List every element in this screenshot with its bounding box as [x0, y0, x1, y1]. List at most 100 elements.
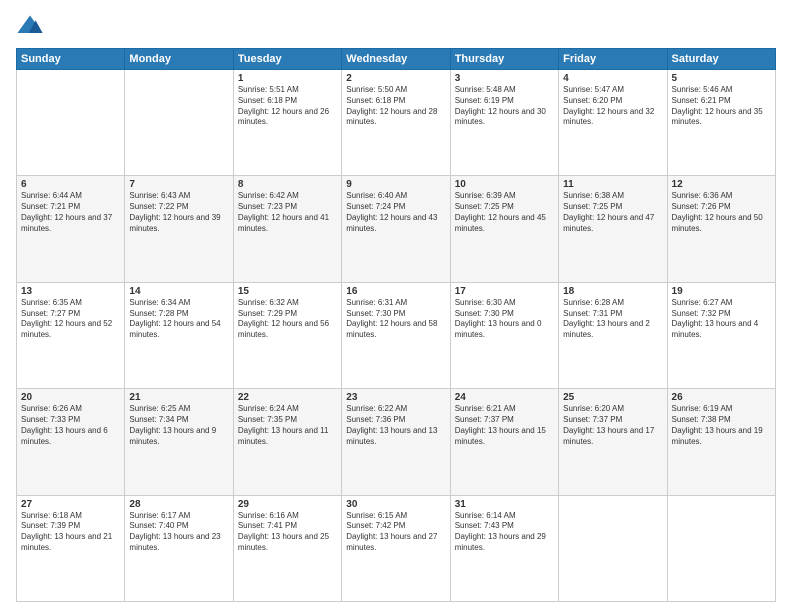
day-info: Sunrise: 6:44 AM Sunset: 7:21 PM Dayligh…: [21, 191, 120, 234]
day-number: 16: [346, 286, 445, 297]
calendar-cell: 27Sunrise: 6:18 AM Sunset: 7:39 PM Dayli…: [17, 495, 125, 601]
calendar-cell: 20Sunrise: 6:26 AM Sunset: 7:33 PM Dayli…: [17, 389, 125, 495]
day-number: 23: [346, 392, 445, 403]
calendar-cell: 21Sunrise: 6:25 AM Sunset: 7:34 PM Dayli…: [125, 389, 233, 495]
calendar-cell: 30Sunrise: 6:15 AM Sunset: 7:42 PM Dayli…: [342, 495, 450, 601]
day-number: 12: [672, 179, 771, 190]
day-info: Sunrise: 6:42 AM Sunset: 7:23 PM Dayligh…: [238, 191, 337, 234]
calendar-cell: 6Sunrise: 6:44 AM Sunset: 7:21 PM Daylig…: [17, 176, 125, 282]
calendar-cell: 12Sunrise: 6:36 AM Sunset: 7:26 PM Dayli…: [667, 176, 775, 282]
calendar-cell: 13Sunrise: 6:35 AM Sunset: 7:27 PM Dayli…: [17, 282, 125, 388]
day-number: 30: [346, 499, 445, 510]
calendar-cell: 19Sunrise: 6:27 AM Sunset: 7:32 PM Dayli…: [667, 282, 775, 388]
calendar-table: SundayMondayTuesdayWednesdayThursdayFrid…: [16, 48, 776, 602]
day-info: Sunrise: 6:14 AM Sunset: 7:43 PM Dayligh…: [455, 511, 554, 554]
day-number: 6: [21, 179, 120, 190]
calendar-week-3: 13Sunrise: 6:35 AM Sunset: 7:27 PM Dayli…: [17, 282, 776, 388]
calendar-cell: 10Sunrise: 6:39 AM Sunset: 7:25 PM Dayli…: [450, 176, 558, 282]
calendar-cell: 7Sunrise: 6:43 AM Sunset: 7:22 PM Daylig…: [125, 176, 233, 282]
day-info: Sunrise: 6:43 AM Sunset: 7:22 PM Dayligh…: [129, 191, 228, 234]
day-info: Sunrise: 5:47 AM Sunset: 6:20 PM Dayligh…: [563, 85, 662, 128]
day-number: 25: [563, 392, 662, 403]
header: [16, 12, 776, 40]
day-number: 28: [129, 499, 228, 510]
day-info: Sunrise: 6:28 AM Sunset: 7:31 PM Dayligh…: [563, 298, 662, 341]
day-number: 17: [455, 286, 554, 297]
day-number: 4: [563, 73, 662, 84]
day-number: 9: [346, 179, 445, 190]
day-number: 1: [238, 73, 337, 84]
calendar-cell: 8Sunrise: 6:42 AM Sunset: 7:23 PM Daylig…: [233, 176, 341, 282]
calendar-cell: [667, 495, 775, 601]
calendar-cell: 16Sunrise: 6:31 AM Sunset: 7:30 PM Dayli…: [342, 282, 450, 388]
day-info: Sunrise: 6:27 AM Sunset: 7:32 PM Dayligh…: [672, 298, 771, 341]
calendar-week-2: 6Sunrise: 6:44 AM Sunset: 7:21 PM Daylig…: [17, 176, 776, 282]
calendar-cell: 28Sunrise: 6:17 AM Sunset: 7:40 PM Dayli…: [125, 495, 233, 601]
day-info: Sunrise: 6:21 AM Sunset: 7:37 PM Dayligh…: [455, 404, 554, 447]
calendar-cell: 11Sunrise: 6:38 AM Sunset: 7:25 PM Dayli…: [559, 176, 667, 282]
calendar-cell: 5Sunrise: 5:46 AM Sunset: 6:21 PM Daylig…: [667, 70, 775, 176]
day-number: 3: [455, 73, 554, 84]
day-number: 13: [21, 286, 120, 297]
calendar-header-friday: Friday: [559, 49, 667, 70]
calendar-cell: 4Sunrise: 5:47 AM Sunset: 6:20 PM Daylig…: [559, 70, 667, 176]
day-number: 5: [672, 73, 771, 84]
day-info: Sunrise: 6:20 AM Sunset: 7:37 PM Dayligh…: [563, 404, 662, 447]
calendar-cell: 25Sunrise: 6:20 AM Sunset: 7:37 PM Dayli…: [559, 389, 667, 495]
day-number: 19: [672, 286, 771, 297]
day-number: 29: [238, 499, 337, 510]
day-info: Sunrise: 6:35 AM Sunset: 7:27 PM Dayligh…: [21, 298, 120, 341]
calendar-week-5: 27Sunrise: 6:18 AM Sunset: 7:39 PM Dayli…: [17, 495, 776, 601]
calendar-cell: 2Sunrise: 5:50 AM Sunset: 6:18 PM Daylig…: [342, 70, 450, 176]
day-info: Sunrise: 5:48 AM Sunset: 6:19 PM Dayligh…: [455, 85, 554, 128]
calendar-week-4: 20Sunrise: 6:26 AM Sunset: 7:33 PM Dayli…: [17, 389, 776, 495]
day-info: Sunrise: 6:36 AM Sunset: 7:26 PM Dayligh…: [672, 191, 771, 234]
day-number: 21: [129, 392, 228, 403]
day-number: 26: [672, 392, 771, 403]
page: SundayMondayTuesdayWednesdayThursdayFrid…: [0, 0, 792, 612]
day-info: Sunrise: 6:25 AM Sunset: 7:34 PM Dayligh…: [129, 404, 228, 447]
day-info: Sunrise: 6:34 AM Sunset: 7:28 PM Dayligh…: [129, 298, 228, 341]
calendar-cell: [17, 70, 125, 176]
day-number: 10: [455, 179, 554, 190]
calendar-cell: 17Sunrise: 6:30 AM Sunset: 7:30 PM Dayli…: [450, 282, 558, 388]
day-info: Sunrise: 6:38 AM Sunset: 7:25 PM Dayligh…: [563, 191, 662, 234]
day-number: 8: [238, 179, 337, 190]
calendar-cell: 3Sunrise: 5:48 AM Sunset: 6:19 PM Daylig…: [450, 70, 558, 176]
day-number: 14: [129, 286, 228, 297]
day-info: Sunrise: 5:50 AM Sunset: 6:18 PM Dayligh…: [346, 85, 445, 128]
day-number: 18: [563, 286, 662, 297]
calendar-cell: 24Sunrise: 6:21 AM Sunset: 7:37 PM Dayli…: [450, 389, 558, 495]
calendar-cell: 15Sunrise: 6:32 AM Sunset: 7:29 PM Dayli…: [233, 282, 341, 388]
day-info: Sunrise: 6:19 AM Sunset: 7:38 PM Dayligh…: [672, 404, 771, 447]
day-number: 22: [238, 392, 337, 403]
day-info: Sunrise: 6:39 AM Sunset: 7:25 PM Dayligh…: [455, 191, 554, 234]
calendar-header-saturday: Saturday: [667, 49, 775, 70]
day-number: 2: [346, 73, 445, 84]
calendar-cell: 26Sunrise: 6:19 AM Sunset: 7:38 PM Dayli…: [667, 389, 775, 495]
day-number: 7: [129, 179, 228, 190]
day-info: Sunrise: 5:51 AM Sunset: 6:18 PM Dayligh…: [238, 85, 337, 128]
day-info: Sunrise: 6:22 AM Sunset: 7:36 PM Dayligh…: [346, 404, 445, 447]
day-info: Sunrise: 5:46 AM Sunset: 6:21 PM Dayligh…: [672, 85, 771, 128]
calendar-header-tuesday: Tuesday: [233, 49, 341, 70]
day-info: Sunrise: 6:40 AM Sunset: 7:24 PM Dayligh…: [346, 191, 445, 234]
calendar-cell: 31Sunrise: 6:14 AM Sunset: 7:43 PM Dayli…: [450, 495, 558, 601]
calendar-header-row: SundayMondayTuesdayWednesdayThursdayFrid…: [17, 49, 776, 70]
calendar-cell: 18Sunrise: 6:28 AM Sunset: 7:31 PM Dayli…: [559, 282, 667, 388]
calendar-cell: 14Sunrise: 6:34 AM Sunset: 7:28 PM Dayli…: [125, 282, 233, 388]
day-info: Sunrise: 6:16 AM Sunset: 7:41 PM Dayligh…: [238, 511, 337, 554]
calendar-week-1: 1Sunrise: 5:51 AM Sunset: 6:18 PM Daylig…: [17, 70, 776, 176]
logo: [16, 12, 48, 40]
calendar-header-thursday: Thursday: [450, 49, 558, 70]
calendar-cell: 9Sunrise: 6:40 AM Sunset: 7:24 PM Daylig…: [342, 176, 450, 282]
calendar-cell: [125, 70, 233, 176]
day-info: Sunrise: 6:31 AM Sunset: 7:30 PM Dayligh…: [346, 298, 445, 341]
calendar-cell: 29Sunrise: 6:16 AM Sunset: 7:41 PM Dayli…: [233, 495, 341, 601]
day-info: Sunrise: 6:15 AM Sunset: 7:42 PM Dayligh…: [346, 511, 445, 554]
day-number: 31: [455, 499, 554, 510]
calendar-cell: [559, 495, 667, 601]
calendar-header-sunday: Sunday: [17, 49, 125, 70]
logo-icon: [16, 12, 44, 40]
day-number: 24: [455, 392, 554, 403]
